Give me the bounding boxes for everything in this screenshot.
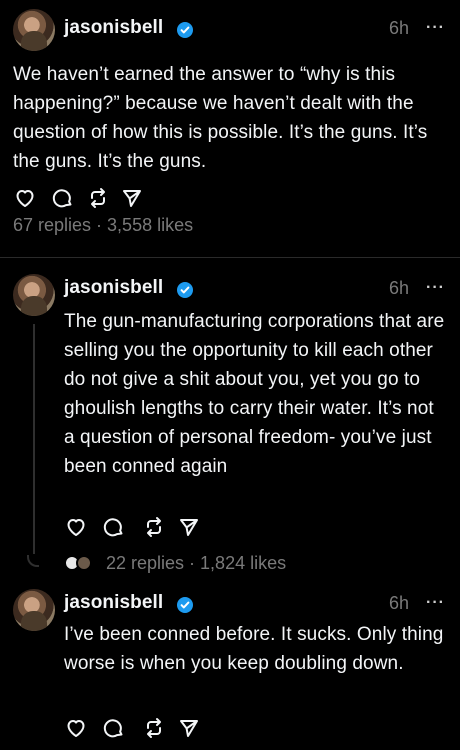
- send-icon: [180, 519, 198, 536]
- more-options-icon[interactable]: ···: [426, 279, 445, 297]
- share-button[interactable]: [177, 716, 201, 740]
- like-button[interactable]: [64, 716, 88, 740]
- heart-icon: [16, 190, 34, 207]
- comment-icon: [103, 719, 123, 738]
- timestamp: 6h: [389, 278, 410, 298]
- reply-button[interactable]: [51, 186, 75, 210]
- avatar[interactable]: [13, 589, 55, 631]
- avatar: [76, 555, 92, 571]
- avatar[interactable]: [13, 274, 55, 316]
- username[interactable]: jasonisbell: [64, 17, 163, 39]
- post-text: The gun-manufacturing corporations that …: [64, 311, 445, 477]
- comment-icon: [103, 518, 123, 537]
- verified-badge-icon: [177, 22, 193, 38]
- more-options-icon[interactable]: ···: [426, 594, 445, 612]
- post-actions: [64, 515, 204, 539]
- repost-button[interactable]: [142, 515, 166, 539]
- username[interactable]: jasonisbell: [64, 277, 163, 299]
- timestamp: 6h: [389, 18, 410, 38]
- send-icon: [180, 720, 198, 737]
- thread-line: [33, 324, 35, 554]
- post-text: We haven’t earned the answer to “why is …: [13, 64, 428, 172]
- post: jasonisbell 6h ··· I’ve been conned befo…: [0, 578, 460, 750]
- reply-button[interactable]: [102, 515, 126, 539]
- repost-icon: [91, 188, 105, 208]
- repost-button[interactable]: [86, 186, 110, 210]
- verified-badge-icon: [177, 597, 193, 613]
- post-actions: [64, 716, 204, 740]
- share-button[interactable]: [177, 515, 201, 539]
- avatar[interactable]: [13, 9, 55, 51]
- username[interactable]: jasonisbell: [64, 592, 163, 614]
- thread-curl: [27, 555, 39, 567]
- post-stats[interactable]: 22 replies · 1,824 likes: [106, 553, 286, 574]
- post-stats[interactable]: 67 replies · 3,558 likes: [13, 215, 193, 236]
- share-button[interactable]: [120, 186, 144, 210]
- send-icon: [123, 190, 141, 207]
- comment-icon: [52, 189, 72, 208]
- heart-icon: [67, 519, 85, 536]
- timestamp: 6h: [389, 593, 410, 613]
- repost-icon: [147, 517, 161, 537]
- reply-button[interactable]: [102, 716, 126, 740]
- post-text: I’ve been conned before. It sucks. Only …: [64, 624, 444, 674]
- verified-badge-icon: [177, 282, 193, 298]
- heart-icon: [67, 720, 85, 737]
- post: jasonisbell 6h ··· The gun-manufacturing…: [0, 258, 460, 578]
- reply-avatars[interactable]: [64, 553, 96, 573]
- like-button[interactable]: [64, 515, 88, 539]
- more-options-icon[interactable]: ···: [426, 19, 445, 37]
- post: jasonisbell 6h ··· We haven’t earned the…: [0, 0, 460, 258]
- post-actions: [13, 186, 153, 210]
- like-button[interactable]: [13, 186, 37, 210]
- repost-button[interactable]: [142, 716, 166, 740]
- repost-icon: [147, 718, 161, 738]
